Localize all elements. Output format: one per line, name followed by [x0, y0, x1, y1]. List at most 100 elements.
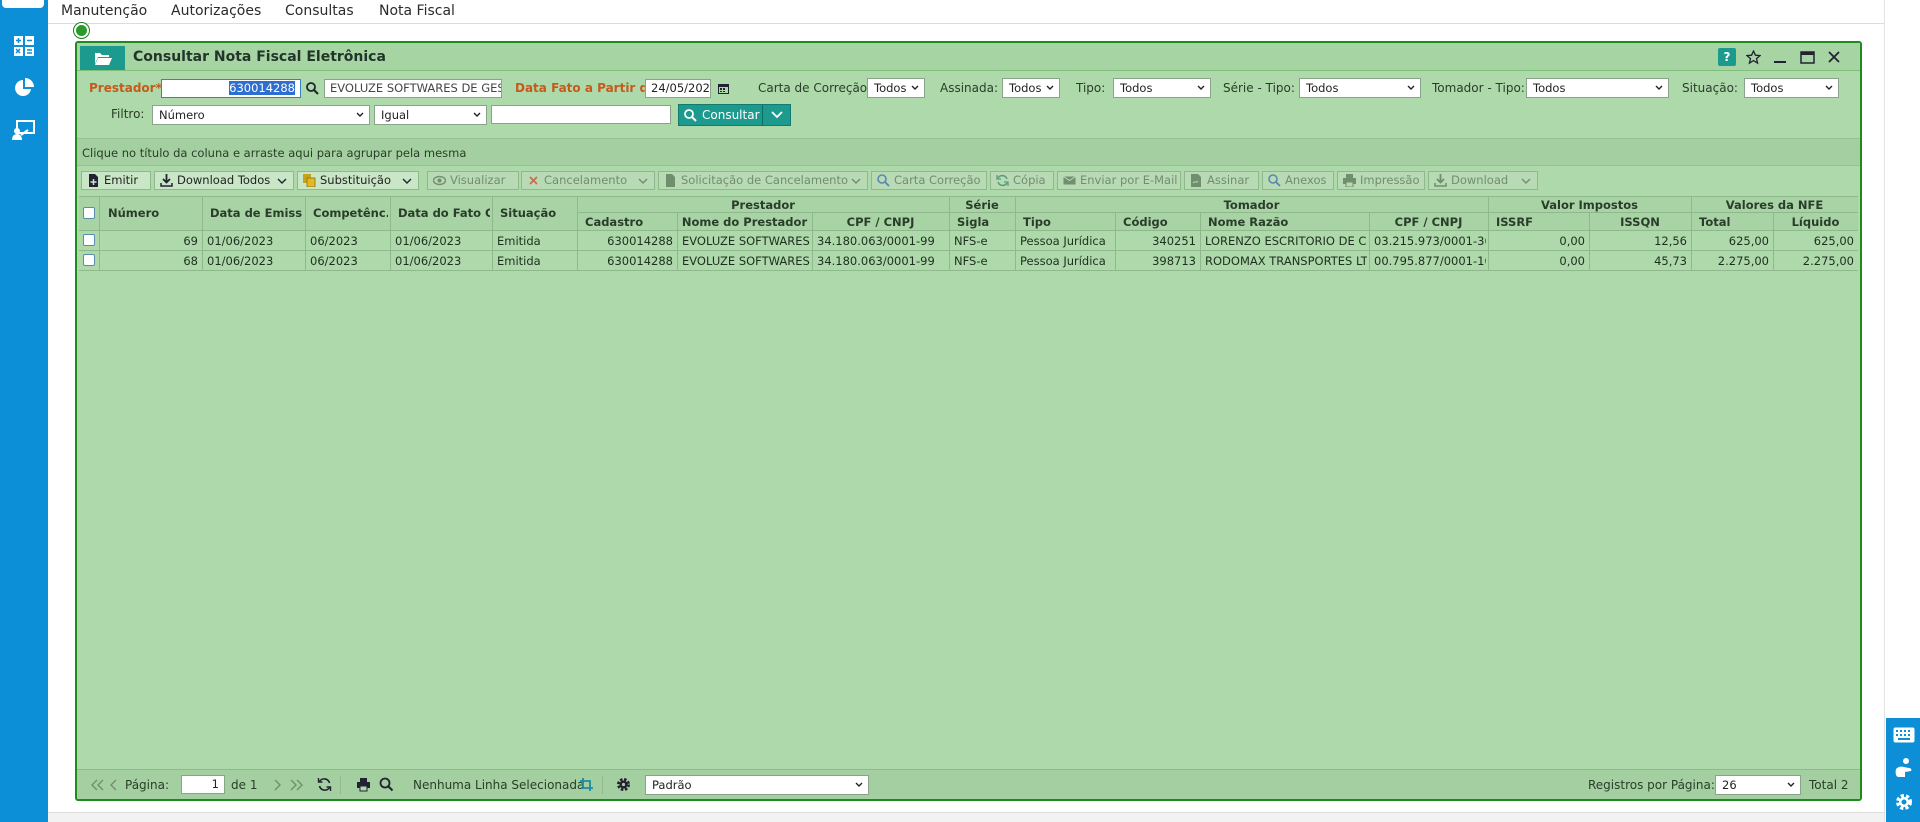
download-todos-button[interactable]: Download Todos — [154, 171, 294, 190]
minimize-icon[interactable] — [1771, 48, 1789, 66]
filtro-field-select[interactable]: Número — [152, 105, 370, 125]
carta-correcao-label: Carta de Correção: — [758, 81, 872, 95]
row-checkbox[interactable] — [83, 234, 95, 246]
filtro-operator-select[interactable]: Igual — [374, 105, 487, 125]
star-icon[interactable] — [1744, 48, 1762, 66]
chevron-down-icon[interactable] — [771, 110, 783, 120]
serie-tipo-select[interactable]: Todos — [1299, 78, 1421, 98]
window-titlebar: Consultar Nota Fiscal Eletrônica ? — [77, 43, 1860, 71]
accessibility-hand-icon[interactable] — [1890, 754, 1918, 782]
eye-icon — [433, 175, 446, 186]
gear-icon[interactable] — [616, 777, 631, 792]
anexos-label: Anexos — [1285, 173, 1327, 187]
column-header-codigo[interactable]: Código — [1123, 215, 1198, 229]
cell-cpf-prestador: 34.180.063/0001-99 — [817, 254, 935, 268]
page-number-input[interactable]: 1 — [181, 775, 225, 794]
gear-icon[interactable] — [1890, 788, 1918, 816]
column-header-situacao[interactable]: Situação — [500, 206, 575, 220]
solicitacao-cancelamento-button[interactable]: Solicitação de Cancelamento — [658, 171, 868, 190]
window-status-icon — [74, 23, 89, 38]
table-row[interactable]: 69 01/06/2023 06/2023 01/06/2023 Emitida… — [79, 231, 1858, 250]
filtro-value-input[interactable] — [491, 105, 671, 124]
visualizar-button[interactable]: Visualizar — [427, 171, 519, 190]
column-header-data-fato[interactable]: Data do Fato G... — [398, 206, 490, 220]
column-header-cpf-prestador[interactable]: CPF / CNPJ — [812, 215, 949, 229]
column-header-data-emissao[interactable]: Data de Emiss... — [210, 206, 303, 220]
substituicao-button[interactable]: Substituição — [297, 171, 419, 190]
pie-chart-icon[interactable] — [10, 74, 38, 102]
assinada-select[interactable]: Todos — [1002, 78, 1060, 98]
copia-button[interactable]: Cópia — [990, 171, 1054, 190]
cancelamento-button[interactable]: Cancelamento — [521, 171, 655, 190]
grid-line — [79, 270, 1858, 271]
prestador-name-input[interactable]: EVOLUZE SOFTWARES DE GESTAO — [324, 79, 502, 98]
data-fato-label: Data Fato a Partir de* — [515, 81, 663, 95]
column-header-competencia[interactable]: Competênc... — [313, 206, 388, 220]
tipo-select[interactable]: Todos — [1113, 78, 1211, 98]
first-page-icon[interactable] — [91, 779, 104, 791]
cell-issrf: 0,00 — [1559, 254, 1585, 268]
registros-select[interactable]: 26 — [1715, 775, 1801, 795]
column-header-total[interactable]: Total — [1699, 215, 1771, 229]
tomador-tipo-select[interactable]: Todos — [1526, 78, 1669, 98]
cell-data-emissao: 01/06/2023 — [207, 254, 274, 268]
column-header-cadastro[interactable]: Cadastro — [585, 215, 675, 229]
refresh-icon[interactable] — [317, 777, 332, 792]
select-all-checkbox[interactable] — [83, 207, 95, 219]
row-checkbox[interactable] — [83, 254, 95, 266]
carta-correcao-select[interactable]: Todos — [867, 78, 925, 98]
impressao-button[interactable]: Impressão — [1337, 171, 1425, 190]
download-button[interactable]: Download — [1428, 171, 1538, 190]
menu-consultas[interactable]: Consultas — [285, 3, 354, 19]
enviar-email-button[interactable]: Enviar por E-Mail — [1057, 171, 1181, 190]
menu-manutencao[interactable]: Manutenção — [61, 3, 147, 19]
menu-autorizacoes[interactable]: Autorizações — [171, 3, 261, 19]
menu-nota-fiscal[interactable]: Nota Fiscal — [379, 3, 455, 19]
column-header-numero[interactable]: Número — [108, 206, 200, 220]
tomador-tipo-label: Tomador - Tipo: — [1432, 81, 1525, 95]
chevron-down-icon — [356, 112, 364, 117]
column-header-sigla[interactable]: Sigla — [957, 215, 1013, 229]
layout-select[interactable]: Padrão — [645, 775, 869, 795]
registros-value: 26 — [1722, 778, 1737, 792]
search-icon[interactable] — [302, 79, 322, 98]
column-header-cpf-tomador[interactable]: CPF / CNPJ — [1369, 215, 1488, 229]
chevron-down-icon — [1655, 85, 1663, 90]
printer-icon[interactable] — [356, 777, 371, 792]
help-icon[interactable]: ? — [1718, 48, 1736, 66]
next-page-icon[interactable] — [273, 779, 281, 791]
registros-label: Registros por Página: — [1588, 778, 1715, 792]
pagina-label: Página: — [125, 778, 170, 792]
column-header-liquido[interactable]: Líquido — [1773, 215, 1858, 229]
column-header-issqn[interactable]: ISSQN — [1589, 215, 1691, 229]
previous-page-icon[interactable] — [110, 779, 118, 791]
crop-selection-icon[interactable] — [579, 777, 594, 792]
data-fato-input[interactable]: 24/05/2023 — [645, 79, 711, 98]
calculator-icon[interactable] — [10, 32, 38, 60]
last-page-icon[interactable] — [290, 779, 303, 791]
situacao-select[interactable]: Todos — [1744, 78, 1839, 98]
cell-issqn: 45,73 — [1654, 254, 1687, 268]
calendar-icon[interactable] — [713, 79, 733, 98]
column-header-nome-razao[interactable]: Nome Razão — [1208, 215, 1367, 229]
column-header-issrf[interactable]: ISSRF — [1496, 215, 1587, 229]
emitir-button[interactable]: Emitir — [81, 171, 151, 190]
tomador-tipo-value: Todos — [1533, 81, 1566, 95]
chevron-down-icon — [638, 178, 648, 184]
table-row[interactable]: 68 01/06/2023 06/2023 01/06/2023 Emitida… — [79, 251, 1858, 270]
column-header-nome-prestador[interactable]: Nome do Prestador — [677, 215, 812, 229]
presentation-user-icon[interactable] — [10, 116, 38, 144]
search-icon[interactable] — [379, 777, 394, 792]
keyboard-icon[interactable] — [1890, 721, 1918, 749]
carta-correcao-button[interactable]: Carta Correção — [871, 171, 987, 190]
group-by-bar[interactable]: Clique no título da coluna e arraste aqu… — [77, 138, 1860, 166]
emitir-label: Emitir — [104, 173, 139, 187]
prestador-code-input[interactable]: 630014288 — [161, 79, 301, 98]
maximize-icon[interactable] — [1798, 48, 1816, 66]
app-logo[interactable] — [2, 0, 44, 8]
close-icon[interactable] — [1825, 48, 1843, 66]
column-header-tipo[interactable]: Tipo — [1023, 215, 1113, 229]
consultar-button[interactable]: Consultar — [678, 104, 791, 126]
assinar-button[interactable]: Assinar — [1184, 171, 1259, 190]
anexos-button[interactable]: Anexos — [1262, 171, 1334, 190]
